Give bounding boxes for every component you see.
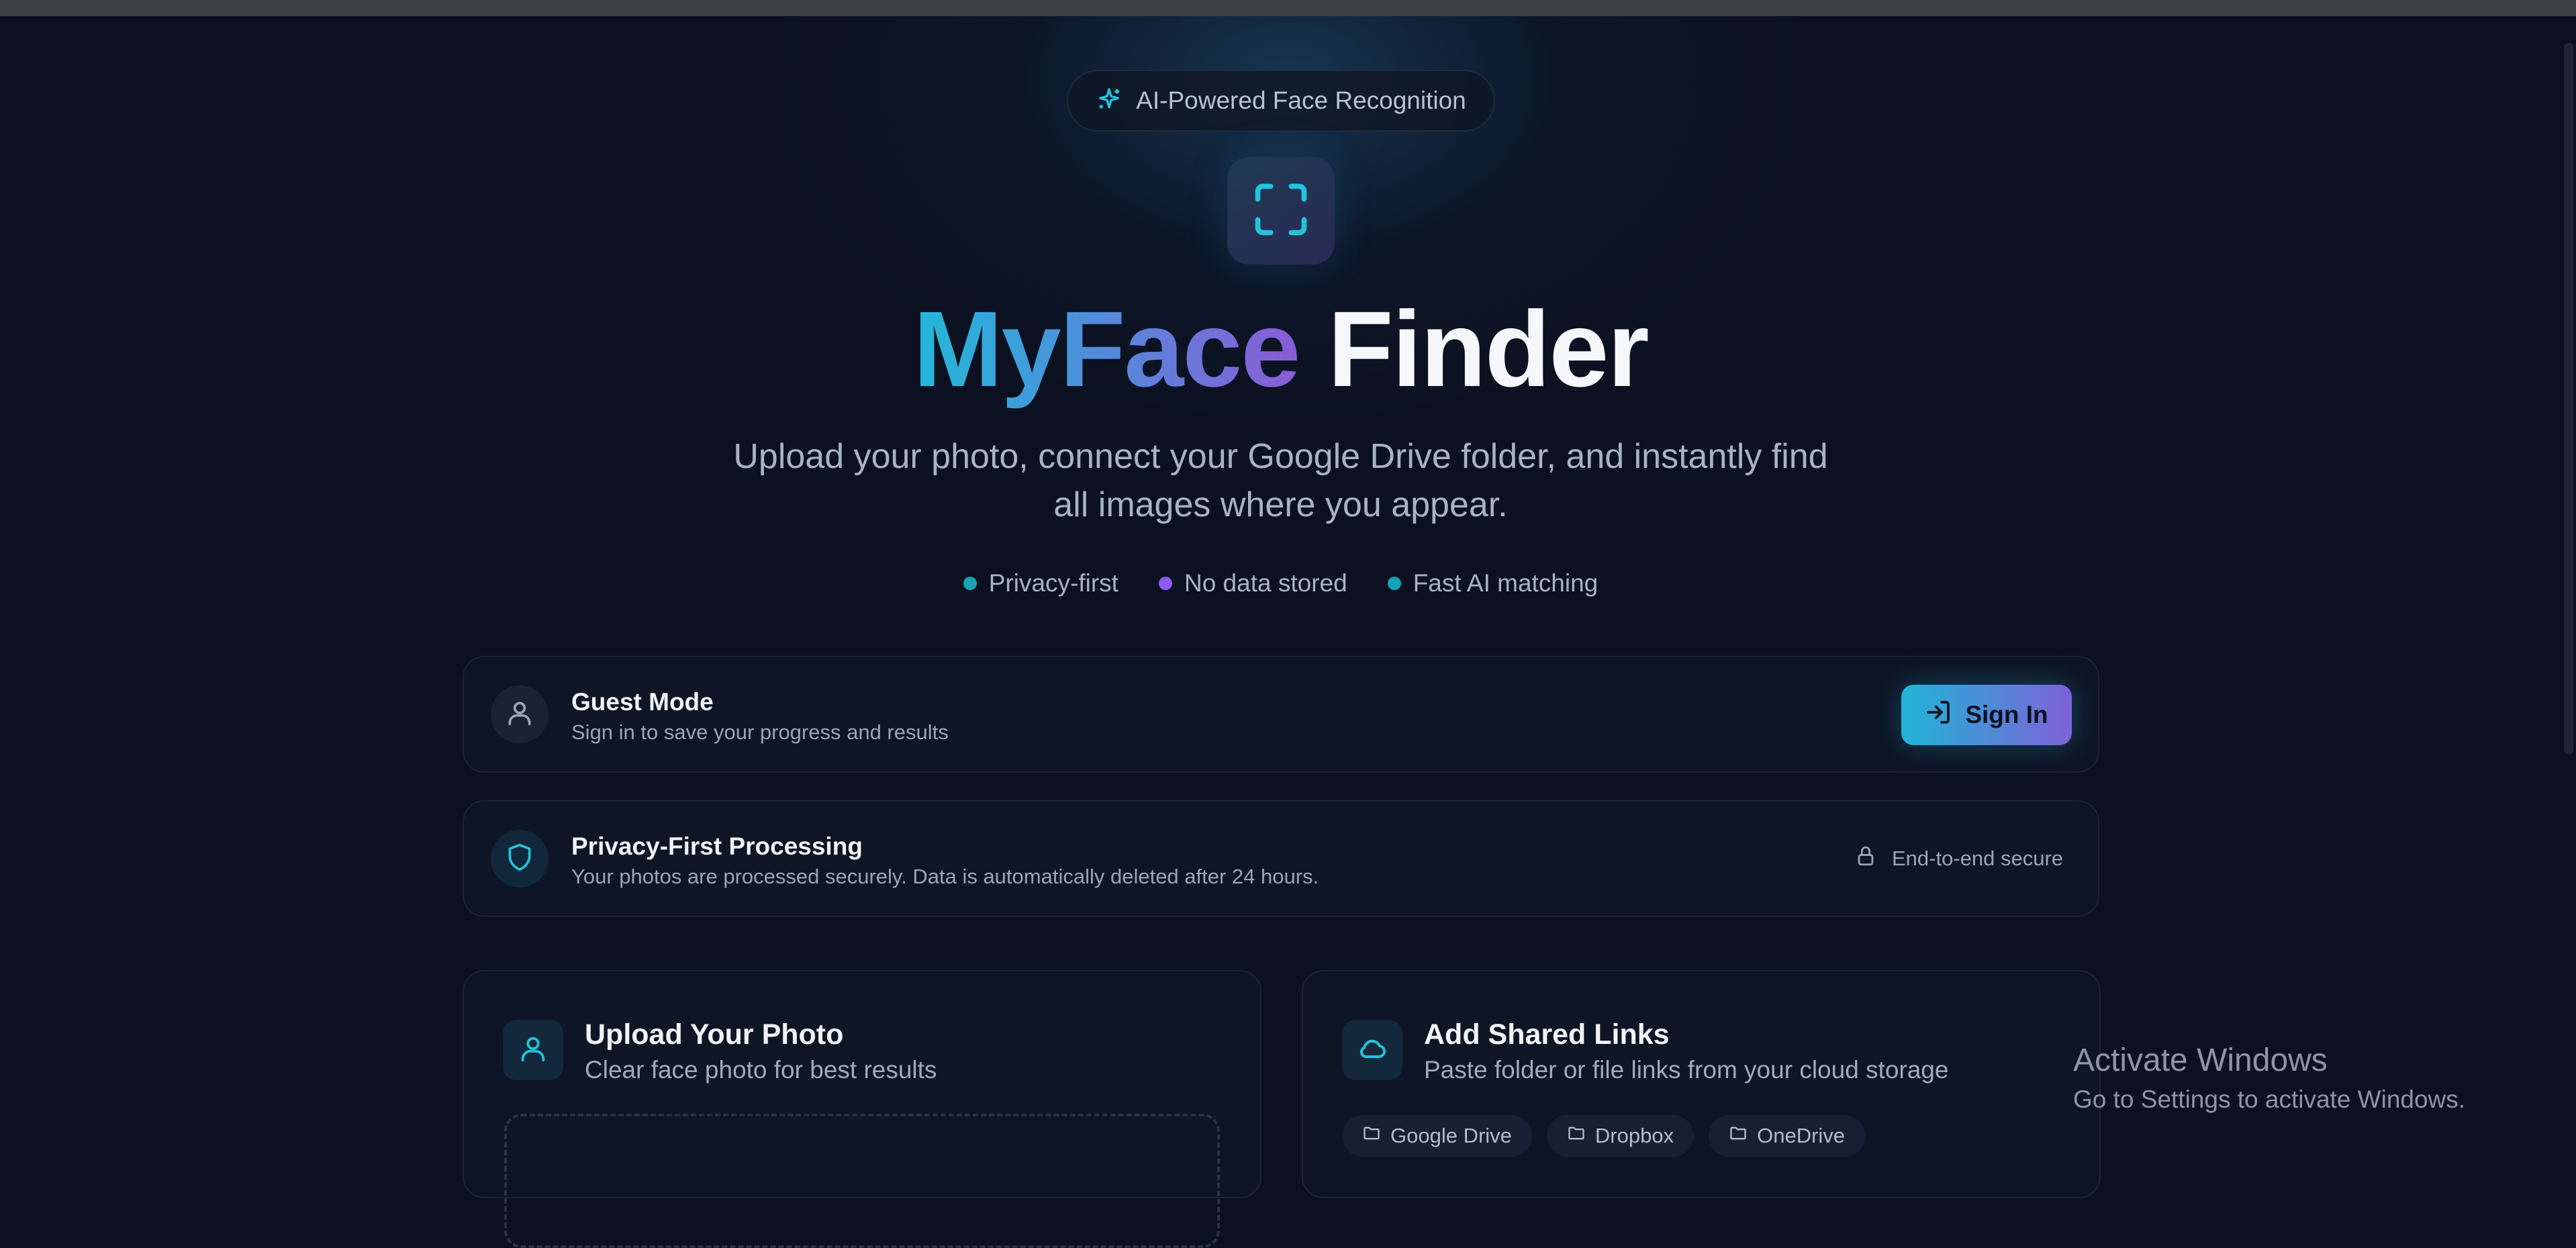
guest-mode-card: Guest Mode Sign in to save your progress… (463, 656, 2099, 773)
title-brand: MyFace (913, 289, 1300, 409)
secure-label: End-to-end secure (1892, 847, 2064, 870)
feature-item: Fast AI matching (1387, 569, 1599, 597)
links-icon-tile (1342, 1020, 1402, 1080)
chip-label: Dropbox (1594, 1124, 1674, 1147)
links-title: Add Shared Links (1424, 1018, 1670, 1051)
upload-photo-card: Upload Your Photo Clear face photo for b… (463, 970, 1261, 1248)
page-title: MyFace Finder (0, 295, 2561, 403)
upload-title: Upload Your Photo (585, 1018, 844, 1051)
feature-dot (1158, 577, 1172, 590)
user-icon (518, 1033, 548, 1067)
folder-icon (1362, 1124, 1381, 1148)
chip-google-drive[interactable]: Google Drive (1342, 1115, 1532, 1157)
guest-avatar (491, 685, 548, 743)
upload-icon-tile (503, 1020, 563, 1080)
feature-label: Fast AI matching (1413, 569, 1599, 597)
user-icon (505, 698, 534, 731)
scan-frame-icon (1250, 179, 1312, 244)
sign-in-button[interactable]: Sign In (1901, 685, 2072, 745)
browser-top-bar (0, 0, 2576, 16)
cloud-icon (1356, 1033, 1388, 1068)
watermark-title: Activate Windows (2073, 1043, 2328, 1078)
subtitle-line-2: all images where you appear. (1053, 485, 1508, 524)
privacy-title: Privacy-First Processing (571, 832, 863, 860)
feature-item: Privacy-first (963, 569, 1118, 597)
feature-label: No data stored (1184, 569, 1347, 597)
upload-subtitle: Clear face photo for best results (585, 1056, 937, 1084)
chip-label: OneDrive (1757, 1124, 1846, 1147)
shared-links-card: Add Shared Links Paste folder or file li… (1302, 970, 2101, 1198)
ai-badge: AI-Powered Face Recognition (1067, 70, 1495, 132)
feature-list: Privacy-first No data stored Fast AI mat… (0, 569, 2561, 597)
chip-onedrive[interactable]: OneDrive (1709, 1115, 1866, 1157)
badge-label: AI-Powered Face Recognition (1136, 87, 1466, 114)
feature-item: No data stored (1158, 569, 1347, 597)
log-in-icon (1925, 699, 1952, 732)
activate-windows-watermark: Activate Windows Go to Settings to activ… (2073, 1042, 2465, 1114)
storage-chips: Google Drive Dropbox OneDrive (1342, 1115, 1866, 1157)
photo-dropzone[interactable] (504, 1114, 1220, 1248)
scrollbar-track[interactable] (2561, 16, 2576, 1180)
lock-icon (1854, 845, 1877, 873)
sign-in-label: Sign In (1965, 701, 2048, 728)
secure-indicator: End-to-end secure (1854, 845, 2063, 873)
links-subtitle: Paste folder or file links from your clo… (1424, 1056, 1949, 1084)
feature-label: Privacy-first (988, 569, 1118, 597)
folder-icon (1729, 1124, 1748, 1148)
sparkles-icon (1096, 86, 1123, 116)
feature-dot (1387, 577, 1401, 590)
guest-mode-title: Guest Mode (571, 688, 714, 716)
watermark-subtitle: Go to Settings to activate Windows. (2073, 1086, 2466, 1113)
guest-mode-subtitle: Sign in to save your progress and result… (571, 720, 949, 744)
chip-label: Google Drive (1390, 1124, 1512, 1147)
privacy-icon-circle (491, 830, 548, 887)
shield-icon (505, 843, 534, 875)
app-logo (1227, 157, 1335, 265)
scrollbar-thumb[interactable] (2564, 43, 2573, 755)
feature-dot (963, 577, 977, 590)
folder-icon (1567, 1124, 1586, 1148)
page-subtitle: Upload your photo, connect your Google D… (671, 432, 1890, 529)
privacy-subtitle: Your photos are processed securely. Data… (571, 865, 1319, 888)
subtitle-line-1: Upload your photo, connect your Google D… (733, 437, 1828, 476)
chip-dropbox[interactable]: Dropbox (1546, 1115, 1695, 1157)
title-suffix: Finder (1327, 289, 1650, 409)
